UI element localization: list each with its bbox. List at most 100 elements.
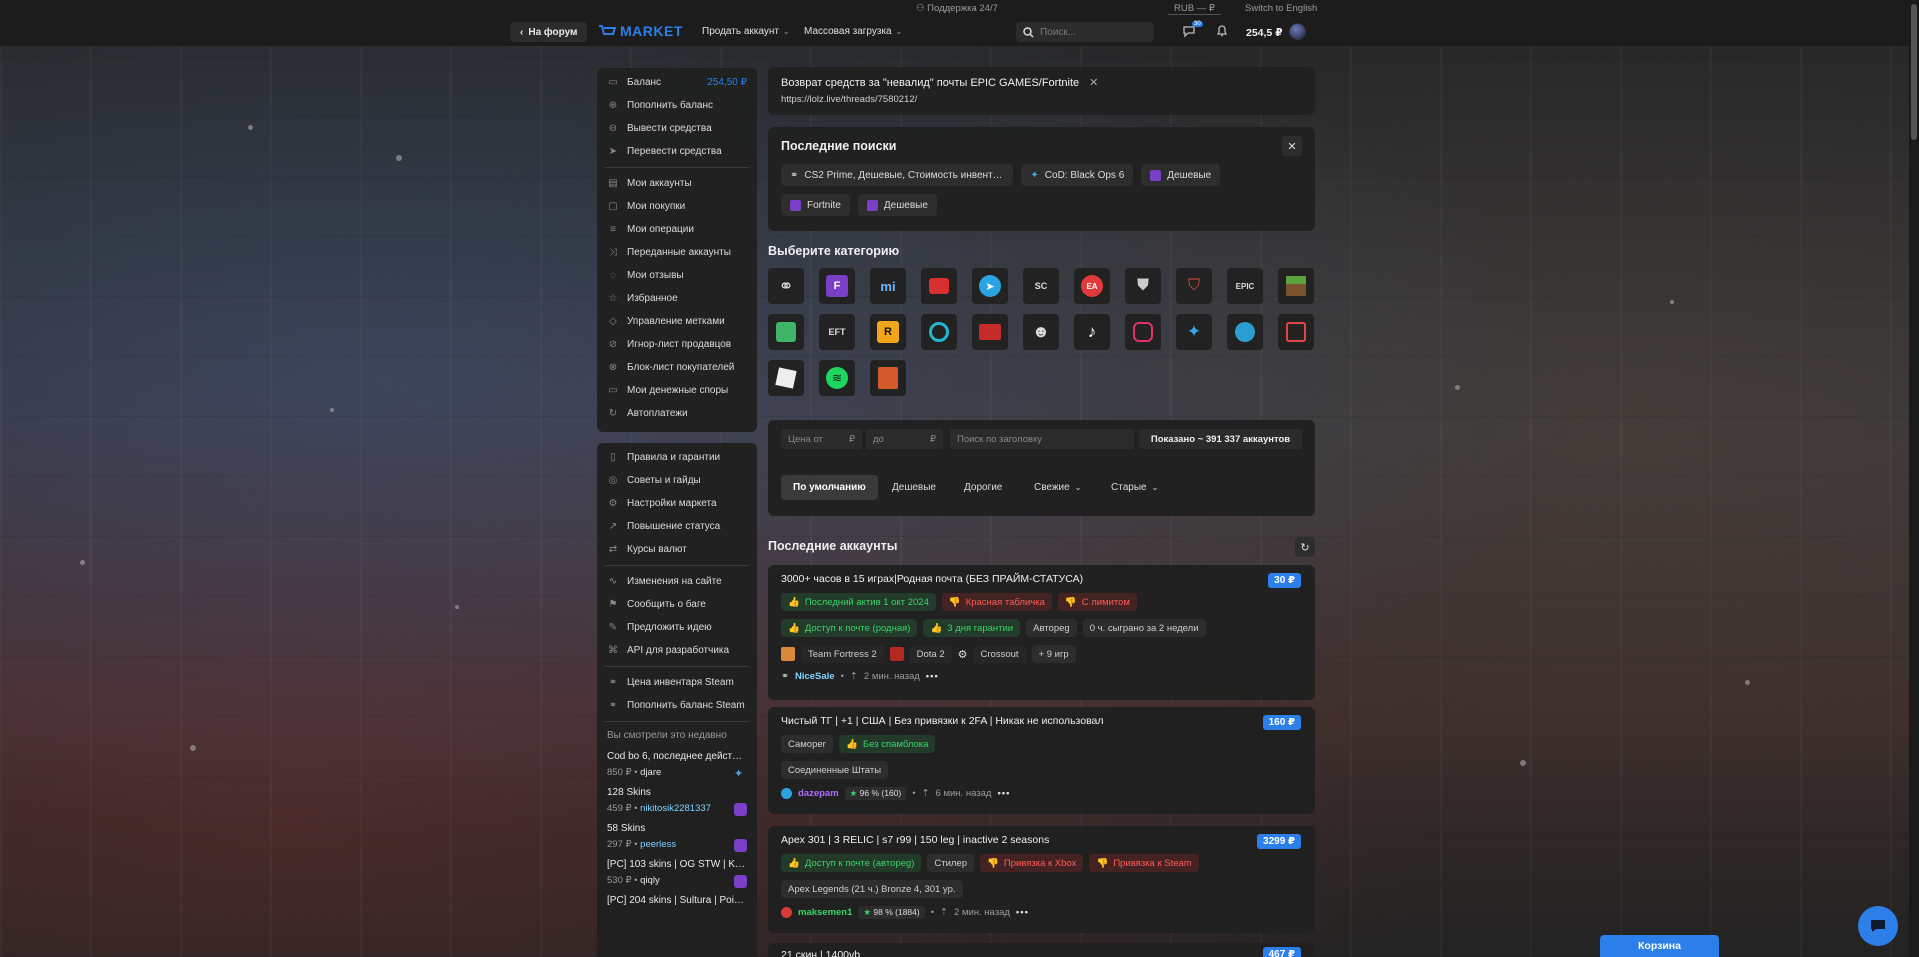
- category-telegram[interactable]: ➤: [972, 268, 1008, 304]
- category-riot[interactable]: [921, 268, 957, 304]
- title-search-input[interactable]: Поиск по заголовку: [950, 429, 1134, 449]
- sidebar-item-block-list[interactable]: ⊗ Блок-лист покупателей: [597, 356, 757, 379]
- sort-old[interactable]: Старые ⌄: [1099, 475, 1170, 500]
- more-options-icon[interactable]: •••: [926, 671, 939, 682]
- recent-search-chip[interactable]: ✦ CoD: Black Ops 6: [1021, 164, 1134, 186]
- recent-item[interactable]: [PC] 103 skins | OG STW | Katali... 530 …: [597, 856, 757, 892]
- sort-fresh[interactable]: Свежие ⌄: [1022, 475, 1093, 500]
- recent-item-seller[interactable]: nikitosik2281337: [640, 803, 711, 814]
- sidebar-item-api[interactable]: ⌘ API для разработчика: [597, 639, 757, 662]
- sidebar-item-report-bug[interactable]: ⚑ Сообщить о баге: [597, 593, 757, 616]
- sidebar-item-operations[interactable]: ≡ Мои операции: [597, 218, 757, 241]
- more-games-tag[interactable]: + 9 игр: [1031, 645, 1076, 663]
- sidebar-item-topup[interactable]: ⊕ Пополнить баланс: [597, 94, 757, 117]
- sidebar-item-transfer[interactable]: ➤ Перевести средства: [597, 140, 757, 163]
- search-box[interactable]: [1016, 22, 1154, 42]
- seller-name[interactable]: maksemen1: [798, 907, 852, 918]
- recent-search-chip[interactable]: Fortnite: [781, 194, 850, 216]
- category-supercell[interactable]: SC: [1023, 268, 1059, 304]
- category-epic-games[interactable]: EPIC: [1227, 268, 1263, 304]
- refresh-button[interactable]: ↻: [1295, 537, 1315, 557]
- recent-item-seller[interactable]: djare: [640, 767, 661, 778]
- shown-count-button[interactable]: Показано ~ 391 337 аккаунтов: [1139, 429, 1302, 449]
- currency-selector[interactable]: RUB — ₽: [1168, 3, 1221, 15]
- sidebar-item-ignore-list[interactable]: ⊘ Игнор-лист продавцов: [597, 333, 757, 356]
- sidebar-item-reviews[interactable]: ◌ Мои отзывы: [597, 264, 757, 287]
- sidebar-item-my-accounts[interactable]: ▤ Мои аккаунты: [597, 172, 757, 195]
- account-title[interactable]: Чистый ТГ | +1 | США | Без привязки к 2F…: [781, 715, 1302, 727]
- recent-item[interactable]: Cod bo 6, последнее действие ... 850 ₽ •…: [597, 748, 757, 784]
- sidebar-item-autopay[interactable]: ↻ Автоплатежи: [597, 402, 757, 425]
- category-minecraft[interactable]: [1278, 268, 1314, 304]
- more-options-icon[interactable]: •••: [997, 788, 1010, 799]
- sidebar-item-suggest[interactable]: ✎ Предложить идею: [597, 616, 757, 639]
- notifications-button[interactable]: [1215, 24, 1231, 40]
- nav-sell-account[interactable]: Продать аккаунт ⌄: [702, 26, 790, 37]
- notice-title[interactable]: Возврат средств за "невалид" почты EPIC …: [781, 77, 1079, 89]
- sidebar-item-favorites[interactable]: ☆ Избранное: [597, 287, 757, 310]
- account-title[interactable]: 3000+ часов в 15 играх|Родная почта (БЕЗ…: [781, 573, 1302, 585]
- search-input[interactable]: [1040, 26, 1140, 38]
- sidebar-item-withdraw[interactable]: ⊖ Вывести средства: [597, 117, 757, 140]
- scrollbar-thumb[interactable]: [1911, 4, 1917, 140]
- price-from-input[interactable]: Цена от ₽: [781, 429, 862, 449]
- sidebar-item-purchases[interactable]: ▢ Мои покупки: [597, 195, 757, 218]
- account-title[interactable]: Apex 301 | 3 RELIC | s7 r99 | 150 leg | …: [781, 834, 1302, 846]
- language-switch[interactable]: Switch to English: [1245, 3, 1317, 14]
- sidebar-item-balance[interactable]: ▭ Баланс 254,50 ₽: [597, 71, 757, 94]
- market-logo[interactable]: MARKET: [598, 23, 683, 39]
- category-tiktok[interactable]: ♪: [1074, 314, 1110, 350]
- clear-searches-button[interactable]: ✕: [1282, 136, 1302, 156]
- recent-search-chip[interactable]: ⚭ CS2 Prime, Дешевые, Стоимость инвентаря…: [781, 164, 1014, 186]
- notice-link[interactable]: https://lolz.live/threads/7580212/: [781, 94, 1302, 105]
- messages-button[interactable]: 30: [1182, 21, 1203, 40]
- category-instagram[interactable]: [1125, 314, 1161, 350]
- category-roblox[interactable]: [768, 360, 804, 396]
- support-chat-button[interactable]: [1858, 906, 1898, 946]
- sidebar-item-steam-inventory[interactable]: ⚭ Цена инвентаря Steam: [597, 671, 757, 694]
- sidebar-item-tips[interactable]: ◎ Советы и гайды: [597, 469, 757, 492]
- sidebar-item-transferred[interactable]: ⤨ Переданные аккаунты: [597, 241, 757, 264]
- category-mihoyo[interactable]: mi: [870, 268, 906, 304]
- category-rockstar[interactable]: R: [870, 314, 906, 350]
- sidebar-item-tags[interactable]: ◇ Управление метками: [597, 310, 757, 333]
- more-options-icon[interactable]: •••: [1016, 907, 1029, 918]
- support-link[interactable]: ⚇ Поддержка 24/7: [916, 3, 998, 14]
- avatar[interactable]: [1289, 23, 1306, 40]
- category-spotify[interactable]: ≋: [819, 360, 855, 396]
- category-fortnite[interactable]: F: [819, 268, 855, 304]
- category-uplay[interactable]: [921, 314, 957, 350]
- account-card[interactable]: 21 скин | 1400vb 467 ₽: [768, 943, 1315, 957]
- category-wot-blitz[interactable]: ⛉: [1176, 268, 1212, 304]
- category-gifts[interactable]: [768, 314, 804, 350]
- recent-item-seller[interactable]: qiqly: [640, 875, 660, 886]
- recent-search-chip[interactable]: Дешевые: [1141, 164, 1221, 186]
- sidebar-item-steam-topup[interactable]: ⚭ Пополнить баланс Steam: [597, 694, 757, 717]
- sidebar-item-rules[interactable]: ▯ Правила и гарантии: [597, 446, 757, 469]
- sidebar-item-status[interactable]: ↗ Повышение статуса: [597, 515, 757, 538]
- account-card[interactable]: 3000+ часов в 15 играх|Родная почта (БЕЗ…: [768, 565, 1315, 700]
- sort-default[interactable]: По умолчанию: [781, 475, 878, 500]
- recent-item[interactable]: [PC] 204 skins | Sultura | Point ...: [597, 892, 757, 912]
- recent-search-chip[interactable]: Дешевые: [857, 194, 937, 216]
- header-balance[interactable]: 254,5 ₽: [1246, 27, 1283, 39]
- category-world-of-tanks[interactable]: ⛊: [1125, 268, 1161, 304]
- category-warzone[interactable]: [870, 360, 906, 396]
- cart-button[interactable]: Корзина: [1600, 935, 1719, 957]
- sort-expensive[interactable]: Дорогие: [952, 475, 1014, 500]
- recent-item[interactable]: 128 Skins 459 ₽ • nikitosik2281337: [597, 784, 757, 820]
- sidebar-item-settings[interactable]: ⚙ Настройки маркета: [597, 492, 757, 515]
- category-warface[interactable]: [972, 314, 1008, 350]
- forum-button[interactable]: ‹ На форум: [510, 22, 588, 42]
- sort-cheap[interactable]: Дешевые: [880, 475, 948, 500]
- page-scrollbar[interactable]: [1909, 0, 1919, 957]
- account-card[interactable]: Apex 301 | 3 RELIC | s7 r99 | 150 leg | …: [768, 826, 1315, 933]
- nav-bulk-upload[interactable]: Массовая загрузка ⌄: [804, 26, 902, 37]
- category-battlenet[interactable]: ✦: [1176, 314, 1212, 350]
- category-vpn[interactable]: [1227, 314, 1263, 350]
- sidebar-item-rates[interactable]: ⇄ Курсы валют: [597, 538, 757, 561]
- recent-item[interactable]: 58 Skins 297 ₽ • peerless: [597, 820, 757, 856]
- price-to-input[interactable]: до ₽: [866, 429, 943, 449]
- seller-name[interactable]: dazepam: [798, 788, 839, 799]
- sidebar-item-disputes[interactable]: ▭ Мои денежные споры: [597, 379, 757, 402]
